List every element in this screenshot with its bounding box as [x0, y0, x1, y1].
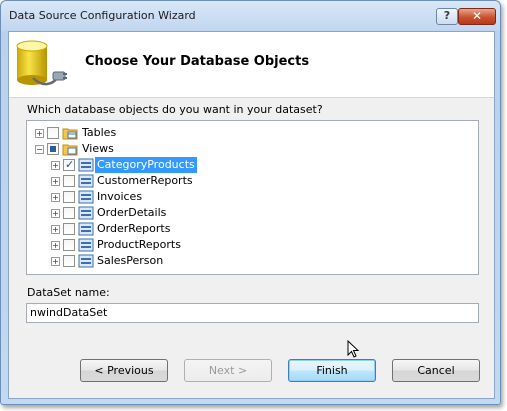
expand-icon[interactable]: +	[51, 193, 60, 202]
view-checkbox[interactable]	[63, 175, 75, 187]
next-button[interactable]: Next >	[184, 359, 272, 382]
expand-icon[interactable]: +	[51, 257, 60, 266]
view-label[interactable]: Invoices	[95, 189, 144, 205]
tree-node-view[interactable]: + CustomerReports	[27, 173, 467, 189]
views-label[interactable]: Views	[80, 141, 116, 157]
previous-button[interactable]: < Previous	[80, 359, 168, 382]
cancel-button[interactable]: Cancel	[392, 359, 480, 382]
window-title: Data Source Configuration Wizard	[9, 9, 196, 22]
wizard-header: Choose Your Database Objects	[9, 32, 494, 98]
view-checkbox[interactable]	[63, 207, 75, 219]
view-label[interactable]: CategoryProducts	[95, 157, 197, 173]
tree-node-view[interactable]: + SalesPerson	[27, 253, 467, 269]
tree-node-views[interactable]: − Views	[27, 141, 467, 157]
mouse-cursor-icon	[347, 340, 360, 358]
tree-node-view[interactable]: + OrderReports	[27, 221, 467, 237]
wizard-body: Choose Your Database Objects Which datab…	[8, 31, 495, 399]
view-icon	[78, 222, 94, 236]
tree-node-view[interactable]: + OrderDetails	[27, 205, 467, 221]
finish-button[interactable]: Finish	[288, 359, 376, 382]
view-label[interactable]: OrderReports	[95, 221, 172, 237]
view-label[interactable]: OrderDetails	[95, 205, 168, 221]
expand-icon[interactable]: +	[35, 129, 44, 138]
view-checkbox[interactable]	[63, 157, 75, 173]
expand-icon[interactable]: +	[51, 225, 60, 234]
tables-checkbox[interactable]	[47, 127, 59, 139]
view-icon	[78, 238, 94, 252]
dataset-name-input[interactable]: nwindDataSet	[26, 303, 479, 323]
view-checkbox[interactable]	[63, 255, 75, 267]
views-folder-icon	[62, 144, 78, 156]
expand-icon[interactable]: +	[51, 241, 60, 250]
close-button[interactable]: ✕	[458, 8, 496, 25]
objects-prompt: Which database objects do you want in yo…	[27, 103, 323, 116]
view-label[interactable]: SalesPerson	[95, 253, 165, 269]
tables-label[interactable]: Tables	[80, 125, 118, 141]
tree-node-view[interactable]: + ProductReports	[27, 237, 467, 253]
view-icon	[78, 254, 94, 268]
view-checkbox[interactable]	[63, 223, 75, 235]
wizard-window: Data Source Configuration Wizard ? ✕ Cho…	[0, 0, 501, 405]
database-plug-icon	[16, 40, 67, 86]
help-button[interactable]: ?	[436, 8, 458, 25]
view-label[interactable]: ProductReports	[95, 237, 183, 253]
tables-folder-icon	[62, 128, 78, 140]
tree-node-view[interactable]: + Invoices	[27, 189, 467, 205]
page-title: Choose Your Database Objects	[85, 54, 310, 69]
tree-node-view[interactable]: + CategoryProducts	[27, 157, 467, 173]
view-icon	[78, 190, 94, 204]
expand-icon[interactable]: +	[51, 209, 60, 218]
expand-icon[interactable]: +	[51, 161, 60, 170]
views-checkbox[interactable]	[47, 143, 59, 155]
view-icon	[78, 206, 94, 220]
view-label[interactable]: CustomerReports	[95, 173, 195, 189]
view-checkbox[interactable]	[63, 239, 75, 251]
view-checkbox[interactable]	[63, 191, 75, 203]
view-icon	[78, 174, 94, 188]
database-objects-tree[interactable]: + Tables − Views + ✓ CategoryProducts + …	[26, 120, 479, 275]
view-icon	[78, 158, 94, 172]
collapse-icon[interactable]: −	[35, 145, 44, 154]
dataset-name-label: DataSet name:	[27, 286, 110, 299]
title-bar[interactable]: Data Source Configuration Wizard ? ✕	[1, 1, 500, 31]
expand-icon[interactable]: +	[51, 177, 60, 186]
tree-node-tables[interactable]: + Tables	[27, 125, 467, 141]
